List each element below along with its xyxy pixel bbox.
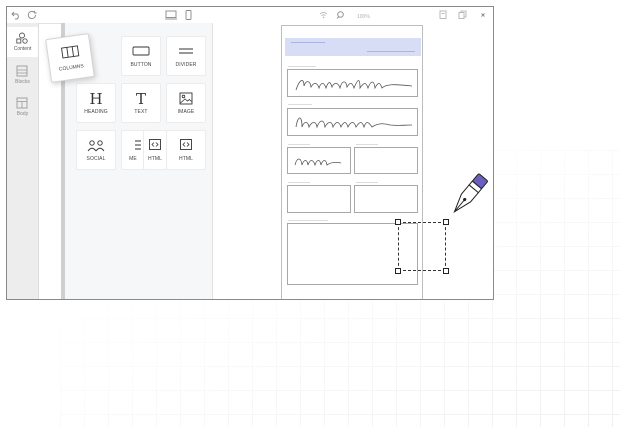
content-block[interactable] xyxy=(287,69,418,97)
tile-label: BUTTON xyxy=(130,62,152,68)
redo-icon[interactable] xyxy=(27,10,37,20)
sidebar-item-blocks[interactable]: Blocks xyxy=(7,60,38,90)
sidebar-item-label: Body xyxy=(16,111,29,117)
dragging-tile-columns[interactable]: COLUMNS xyxy=(45,33,95,83)
divider-icon xyxy=(179,48,193,54)
tile-html[interactable]: HTML xyxy=(166,130,206,170)
tile-label: IMAGE xyxy=(177,109,195,115)
tile-heading[interactable]: H HEADING xyxy=(76,83,116,123)
shapes-icon xyxy=(16,32,28,44)
sidebar-item-content[interactable]: Content xyxy=(7,27,38,57)
copy-icon[interactable] xyxy=(458,10,467,20)
block-caption xyxy=(288,66,316,67)
html-icon xyxy=(149,139,161,150)
header-block[interactable] xyxy=(285,38,421,56)
resize-handle[interactable] xyxy=(395,219,401,225)
block-caption xyxy=(288,182,310,183)
button-icon xyxy=(132,46,150,56)
tile-label: HTML xyxy=(147,156,162,162)
tile-divider[interactable]: DIVIDER xyxy=(166,36,206,76)
search-icon[interactable] xyxy=(336,10,345,20)
tile-html-partial[interactable]: HTML xyxy=(143,130,167,170)
title-bar: 100% xyxy=(7,7,493,24)
selection-box[interactable] xyxy=(398,222,446,271)
menu-icon xyxy=(135,140,141,150)
content-block[interactable] xyxy=(287,147,351,174)
header-line xyxy=(367,51,415,52)
header-line xyxy=(291,42,325,43)
image-icon xyxy=(179,92,193,105)
resize-handle[interactable] xyxy=(443,268,449,274)
layout-icon xyxy=(16,97,28,109)
block-caption xyxy=(356,182,378,183)
sidebar-item-label: Blocks xyxy=(15,79,30,85)
tile-label: TEXT xyxy=(134,109,148,115)
zoom-level[interactable]: 100% xyxy=(357,12,370,22)
resize-handle[interactable] xyxy=(395,268,401,274)
columns-icon xyxy=(61,45,80,59)
tile-label: HEADING xyxy=(84,109,108,115)
desktop-view-icon[interactable] xyxy=(165,10,177,20)
scribble-text xyxy=(295,117,413,129)
heading-icon: H xyxy=(89,90,103,108)
tile-label: COLUMNS xyxy=(58,63,85,73)
content-block[interactable] xyxy=(354,185,418,213)
tile-image[interactable]: IMAGE xyxy=(166,83,206,123)
tile-social[interactable]: SOCIAL xyxy=(76,130,116,170)
blocks-icon xyxy=(16,65,28,77)
mobile-view-icon[interactable] xyxy=(185,10,192,20)
close-icon[interactable] xyxy=(479,10,487,20)
scribble-text xyxy=(294,158,342,167)
block-caption xyxy=(356,144,378,145)
sidebar-item-body[interactable]: Body xyxy=(7,92,38,122)
html-icon xyxy=(180,139,192,150)
tile-button[interactable]: BUTTON xyxy=(121,36,161,76)
content-block[interactable] xyxy=(287,185,351,213)
tile-label: HTML xyxy=(178,156,193,162)
block-caption xyxy=(288,144,310,145)
text-icon: T xyxy=(135,90,147,108)
social-icon xyxy=(87,140,105,152)
sidebar-item-label: Content xyxy=(13,46,32,52)
content-block[interactable] xyxy=(287,108,418,136)
block-caption xyxy=(288,220,328,221)
content-block[interactable] xyxy=(354,147,418,174)
scribble-text xyxy=(295,80,413,91)
tile-label: DIVIDER xyxy=(175,62,197,68)
pen-tool-icon xyxy=(453,173,488,214)
tile-text[interactable]: T TEXT xyxy=(121,83,161,123)
block-caption xyxy=(288,104,312,105)
undo-icon[interactable] xyxy=(11,10,21,20)
left-sidebar: Content Blocks Body xyxy=(7,23,39,299)
save-icon[interactable] xyxy=(439,10,447,20)
wifi-icon xyxy=(319,10,328,20)
